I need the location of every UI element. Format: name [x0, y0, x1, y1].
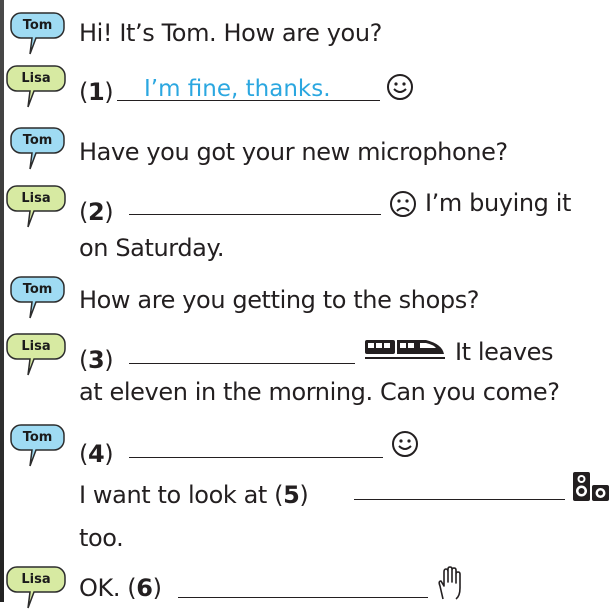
- dialogue-line: It leaves: [455, 338, 554, 366]
- question-number: (4): [79, 440, 114, 468]
- speaker-bubble-lisa: Lisa: [6, 65, 66, 109]
- dialogue-line: Hi! It’s Tom. How are you?: [79, 19, 382, 47]
- speaker-bubble-lisa: Lisa: [6, 185, 66, 229]
- raised-hand-icon: [438, 566, 461, 600]
- line-text: I want to look at: [79, 481, 267, 509]
- left-edge-strip: [0, 0, 4, 602]
- speaker-name: Lisa: [21, 191, 51, 206]
- question-number: (3): [79, 346, 114, 374]
- speaker-name: Tom: [22, 18, 53, 33]
- number-label: 4: [87, 440, 105, 468]
- speaker-bubble-lisa: Lisa: [6, 333, 66, 377]
- answer-blank-line[interactable]: [178, 597, 428, 598]
- dialogue-line: Have you got your new microphone?: [79, 138, 508, 166]
- answer-blank-line[interactable]: [129, 457, 383, 458]
- smiley-face-icon: [392, 431, 418, 457]
- speaker-bubble-tom: Tom: [10, 276, 65, 320]
- speaker-name: Tom: [22, 282, 53, 297]
- speaker-bubble-tom: Tom: [10, 424, 65, 468]
- dialogue-line: I want to look at (5): [79, 481, 309, 509]
- number-label: 5: [283, 481, 300, 509]
- answer-blank-line[interactable]: [129, 214, 381, 215]
- speaker-bubble-tom: Tom: [10, 127, 65, 171]
- line-text: OK.: [79, 574, 121, 602]
- question-number: (1): [79, 78, 114, 106]
- dialogue-line: How are you getting to the shops?: [79, 286, 480, 314]
- example-answer: I’m fine, thanks.: [144, 76, 331, 102]
- dialogue-line: I’m buying it: [425, 189, 571, 217]
- answer-blank-line[interactable]: [117, 100, 380, 101]
- speaker-name: Tom: [22, 430, 53, 445]
- dialogue-line: OK. (6): [79, 574, 162, 602]
- dialogue-line: on Saturday.: [79, 234, 225, 262]
- speaker-name: Lisa: [21, 339, 51, 354]
- answer-blank-line[interactable]: [354, 499, 565, 500]
- speaker-icon: [573, 472, 609, 501]
- dialogue-line: too.: [79, 524, 124, 552]
- question-number: (2): [79, 198, 114, 226]
- speaker-name: Lisa: [21, 572, 51, 587]
- speaker-name: Lisa: [21, 71, 51, 86]
- number-label: 6: [136, 574, 153, 602]
- number-label: 1: [87, 78, 105, 106]
- number-label: 2: [87, 198, 105, 226]
- speaker-bubble-tom: Tom: [10, 12, 65, 56]
- smiley-face-icon: [387, 74, 413, 100]
- answer-blank-line[interactable]: [129, 363, 355, 364]
- sad-face-icon: [390, 191, 416, 217]
- speaker-name: Tom: [22, 133, 53, 148]
- speaker-bubble-lisa: Lisa: [6, 566, 66, 610]
- number-label: 3: [87, 346, 105, 374]
- dialogue-line: at eleven in the morning. Can you come?: [79, 378, 560, 406]
- train-icon: [365, 340, 445, 359]
